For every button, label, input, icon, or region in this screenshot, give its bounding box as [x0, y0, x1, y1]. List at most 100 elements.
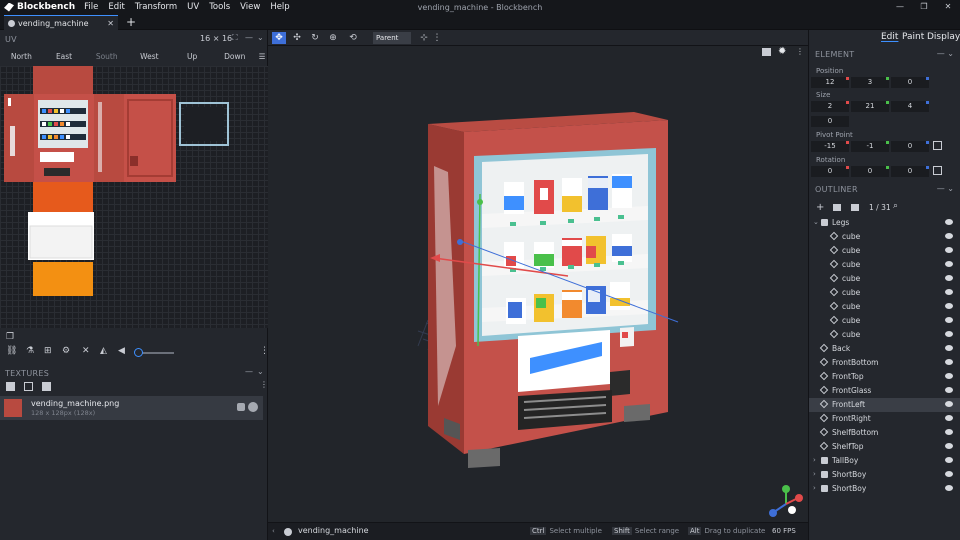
more-icon[interactable]: ⋮ [260, 380, 268, 389]
rotation-y-input[interactable]: 0 [851, 166, 889, 177]
eye-icon[interactable] [945, 401, 953, 407]
uv-editor-canvas[interactable] [0, 66, 268, 328]
outliner-item-back[interactable]: Back [809, 342, 960, 356]
create-texture-icon[interactable] [24, 382, 33, 391]
eye-icon[interactable] [945, 457, 953, 463]
outliner-item-shortboy[interactable]: › ShortBoy [809, 482, 960, 496]
tab-vending-machine[interactable]: vending_machine ✕ [4, 15, 118, 30]
eye-icon[interactable] [945, 429, 953, 435]
menu-help[interactable]: Help [265, 2, 294, 12]
tab-close-icon[interactable]: ✕ [107, 19, 114, 28]
chevron-down-icon[interactable]: ⌄ [257, 33, 264, 42]
eye-icon[interactable] [945, 275, 953, 281]
close-icon[interactable]: ✕ [936, 0, 960, 14]
menu-view[interactable]: View [235, 2, 265, 12]
face-south[interactable]: South [85, 52, 128, 61]
chevron-left-icon[interactable]: ‹ [272, 527, 275, 535]
inflate-input[interactable]: 0 [811, 116, 849, 127]
rotation-x-input[interactable]: 0 [811, 166, 849, 177]
eye-icon[interactable] [945, 219, 953, 225]
face-north[interactable]: North [0, 52, 43, 61]
eye-icon[interactable] [945, 359, 953, 365]
transform-space-icon[interactable]: ⊹ [417, 32, 431, 44]
clear-icon[interactable]: ✕ [82, 346, 90, 356]
chevron-down-icon[interactable]: ⌄ [257, 367, 264, 376]
import-texture-icon[interactable] [6, 382, 15, 391]
outliner-item-frontleft[interactable]: FrontLeft [809, 398, 960, 412]
check-icon[interactable] [248, 402, 258, 412]
pivot-tool-icon[interactable]: ⊕ [326, 32, 340, 44]
search-icon[interactable]: ⌕ [893, 201, 898, 211]
minimize-icon[interactable]: — [888, 0, 912, 14]
uv-settings-icon[interactable]: ☰ [256, 52, 268, 61]
link-icon[interactable]: ⛓ [6, 346, 17, 356]
mode-paint[interactable]: Paint [902, 32, 924, 42]
face-up[interactable]: Up [171, 52, 214, 61]
fullscreen-icon[interactable]: ⛶ [232, 33, 238, 43]
chevron-down-icon[interactable]: ⌄ [813, 218, 819, 226]
paint-icon[interactable]: ⚗ [26, 346, 34, 356]
copy-icon[interactable]: ❐ [6, 332, 14, 342]
outliner-item-cube[interactable]: cube [809, 328, 960, 342]
eye-icon[interactable] [945, 387, 953, 393]
outliner-item-frontglass[interactable]: FrontGlass [809, 384, 960, 398]
eye-icon[interactable] [945, 415, 953, 421]
outliner-item-cube[interactable]: cube [809, 314, 960, 328]
outliner-item-cube[interactable]: cube [809, 272, 960, 286]
menu-transform[interactable]: Transform [130, 2, 182, 12]
pivot-y-input[interactable]: -1 [851, 141, 889, 152]
speaker-icon[interactable]: ◀ [118, 346, 125, 356]
outliner-item-shortboy[interactable]: › ShortBoy [809, 468, 960, 482]
outliner-item-tallboy[interactable]: › TallBoy [809, 454, 960, 468]
center-pivot-icon[interactable] [933, 141, 942, 150]
chevron-right-icon[interactable]: › [813, 484, 816, 492]
position-z-input[interactable]: 0 [891, 77, 929, 88]
outliner-item-cube[interactable]: cube [809, 244, 960, 258]
chevron-right-icon[interactable]: › [813, 470, 816, 478]
add-group-icon[interactable] [833, 204, 841, 211]
outliner-item-fronttop[interactable]: FrontTop [809, 370, 960, 384]
pivot-mode-select[interactable]: Parent [373, 32, 411, 44]
orientation-gizmo-icon[interactable] [764, 482, 804, 522]
face-west[interactable]: West [128, 52, 171, 61]
uv-size[interactable]: 16 × 16 [200, 34, 232, 43]
zoom-slider-handle[interactable] [134, 348, 143, 357]
eye-icon[interactable] [945, 331, 953, 337]
eye-icon[interactable] [945, 471, 953, 477]
menu-file[interactable]: File [79, 2, 103, 12]
outliner-item-cube[interactable]: cube [809, 300, 960, 314]
face-east[interactable]: East [43, 52, 86, 61]
eye-icon[interactable] [945, 373, 953, 379]
outliner-item-cube[interactable]: cube [809, 286, 960, 300]
grid-texture-icon[interactable] [42, 382, 51, 391]
position-y-input[interactable]: 3 [851, 77, 889, 88]
outliner-item-legs[interactable]: ⌄ Legs [809, 216, 960, 230]
new-tab-plus-icon[interactable]: + [126, 15, 136, 29]
size-y-input[interactable]: 21 [851, 101, 889, 112]
vertex-snap-icon[interactable]: ⟲ [346, 32, 360, 44]
3d-viewport[interactable]: ✹ ⋮ [268, 46, 808, 522]
mode-edit[interactable]: Edit [881, 32, 898, 42]
pivot-x-input[interactable]: -15 [811, 141, 849, 152]
outliner-item-frontright[interactable]: FrontRight [809, 412, 960, 426]
minimize-panel-icon[interactable]: — ⌄ [937, 49, 954, 58]
menu-edit[interactable]: Edit [103, 2, 129, 12]
eye-icon[interactable] [945, 247, 953, 253]
minimize-panel-icon[interactable]: — ⌄ [937, 184, 954, 193]
eye-icon[interactable] [945, 317, 953, 323]
paint-brush-icon[interactable] [237, 403, 245, 411]
eye-icon[interactable] [945, 485, 953, 491]
maximize-icon[interactable]: ❐ [912, 0, 936, 14]
chevron-right-icon[interactable]: › [813, 456, 816, 464]
minimize-panel-icon[interactable]: — [245, 367, 253, 376]
size-z-input[interactable]: 4 [891, 101, 929, 112]
move-tool-icon[interactable]: ✥ [272, 32, 286, 44]
collapse-all-icon[interactable] [851, 204, 859, 211]
gear-icon[interactable]: ⚙ [62, 346, 70, 356]
outliner-item-cube[interactable]: cube [809, 230, 960, 244]
eye-icon[interactable] [945, 289, 953, 295]
menu-uv[interactable]: UV [182, 2, 204, 12]
mode-display[interactable]: Display [927, 32, 960, 42]
add-cube-icon[interactable]: + [816, 202, 824, 213]
size-x-input[interactable]: 2 [811, 101, 849, 112]
